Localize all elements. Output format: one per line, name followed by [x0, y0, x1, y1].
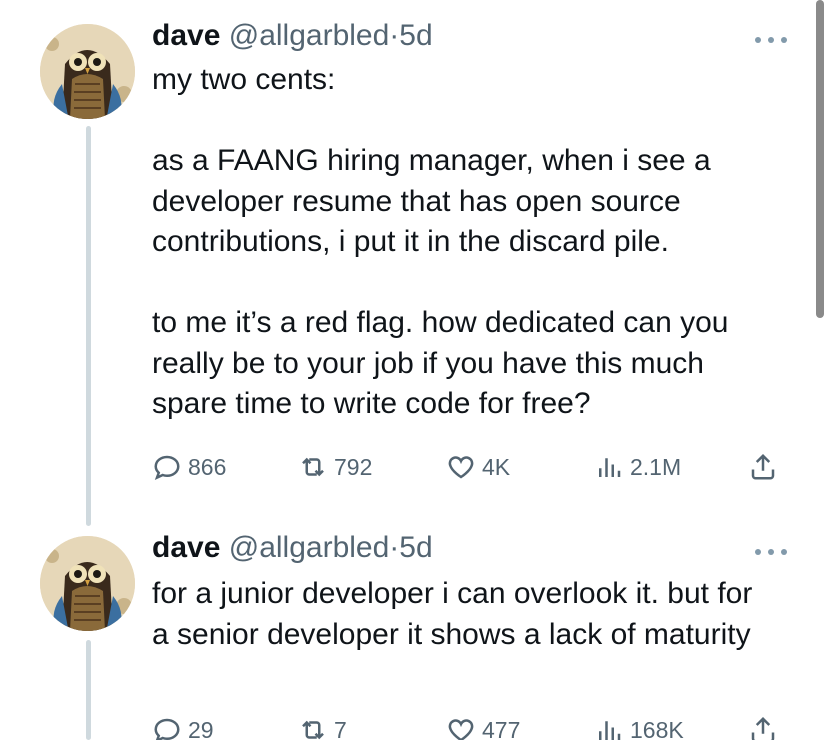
tweet-paragraph: for a junior developer i can overlook it…	[152, 577, 753, 651]
user-handle[interactable]: @allgarbled	[229, 531, 390, 564]
tweet-text: for a junior developer i can overlook it…	[152, 574, 762, 655]
reply-icon	[154, 455, 180, 480]
tweet-header: dave @allgarbled·5d	[152, 530, 433, 566]
like-count: 4K	[482, 453, 511, 480]
views-button[interactable]: 2.1M	[594, 451, 681, 483]
owl-avatar-icon	[40, 24, 135, 119]
user-handle[interactable]: @allgarbled	[229, 19, 390, 52]
avatar[interactable]	[40, 24, 135, 119]
retweet-count: 7	[334, 716, 347, 740]
share-button[interactable]	[748, 451, 778, 483]
retweet-icon	[302, 457, 324, 477]
tweet-paragraph: my two cents:	[152, 63, 336, 96]
scrollbar[interactable]	[816, 0, 824, 318]
separator-dot: ·	[389, 19, 400, 52]
retweet-button[interactable]: 792	[298, 451, 372, 483]
reply-button[interactable]: 29	[152, 714, 214, 740]
tweet-paragraph: as a FAANG hiring manager, when i see a …	[152, 144, 711, 258]
avatar[interactable]	[40, 536, 135, 631]
share-icon	[751, 453, 775, 480]
reply-button[interactable]: 866	[152, 451, 226, 483]
display-name[interactable]: dave	[152, 19, 220, 52]
more-icon[interactable]	[755, 546, 787, 558]
like-icon	[448, 456, 474, 479]
reply-icon	[154, 718, 180, 740]
share-icon	[751, 716, 775, 740]
display-name[interactable]: dave	[152, 531, 220, 564]
thread-view: dave @allgarbled·5d my two cents: as a F…	[0, 0, 828, 740]
reply-count: 29	[188, 716, 214, 740]
view-count: 2.1M	[630, 453, 682, 480]
tweet-header: dave @allgarbled·5d	[152, 18, 433, 54]
view-count: 168K	[630, 716, 684, 740]
share-button[interactable]	[748, 714, 778, 740]
views-button[interactable]: 168K	[594, 714, 684, 740]
thread-line	[86, 126, 91, 526]
thread-line	[86, 640, 91, 740]
views-icon	[599, 721, 621, 740]
like-button[interactable]: 4K	[446, 451, 510, 483]
tweet-paragraph: to me it’s a red flag. how dedicated can…	[152, 306, 729, 420]
more-icon[interactable]	[755, 34, 787, 46]
like-icon	[448, 719, 474, 740]
timestamp[interactable]: 5d	[399, 19, 432, 52]
like-button[interactable]: 477	[446, 714, 520, 740]
separator-dot: ·	[389, 531, 400, 564]
reply-count: 866	[188, 453, 227, 480]
retweet-icon	[302, 720, 324, 740]
owl-avatar-icon	[40, 536, 135, 631]
retweet-count: 792	[334, 453, 373, 480]
views-icon	[599, 458, 621, 477]
like-count: 477	[482, 716, 521, 740]
tweet-text: my two cents: as a FAANG hiring manager,…	[152, 60, 792, 425]
timestamp[interactable]: 5d	[399, 531, 432, 564]
retweet-button[interactable]: 7	[298, 714, 347, 740]
